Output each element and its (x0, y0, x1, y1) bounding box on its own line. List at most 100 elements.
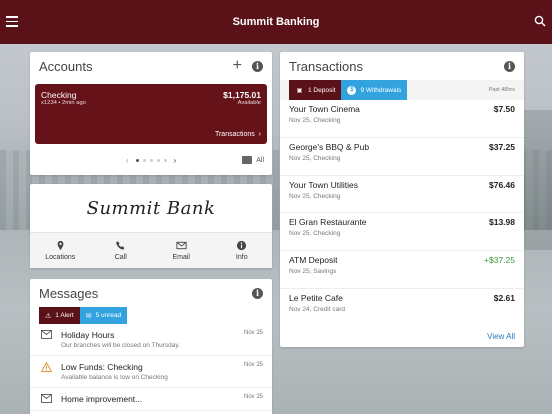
view-all-link[interactable]: View All (487, 332, 515, 341)
accounts-pager: ‹ › (30, 153, 272, 167)
transaction-row[interactable]: ATM Deposit +$37.25 Nov 25, Savings (280, 251, 524, 289)
transaction-amount: $2.61 (493, 292, 515, 303)
chevron-right-icon: › (256, 131, 261, 138)
accounts-stack-icon (242, 156, 253, 164)
all-label: All (256, 156, 264, 164)
quick-actions: Locations Call Email Info (30, 232, 272, 268)
transaction-amount: $13.98 (489, 217, 515, 228)
phone-icon (116, 241, 125, 250)
bank-actions-card: Summit Bank Locations Call Email Info (30, 184, 272, 268)
transaction-amount: $76.46 (489, 179, 515, 190)
message-preview: Available balance is low on Checking (61, 374, 168, 381)
warning-icon (40, 362, 52, 372)
call-label: Call (114, 254, 127, 261)
search-icon[interactable] (534, 15, 546, 27)
transactions-range: Past 48hrs (488, 87, 515, 93)
pager-dot (135, 158, 139, 162)
pager-dot (156, 158, 160, 162)
email-button[interactable]: Email (151, 233, 212, 268)
warning-icon: ⚠ (45, 312, 52, 320)
dollar-icon: $ (347, 85, 357, 95)
transaction-name: ATM Deposit (289, 255, 338, 266)
account-transactions-link[interactable]: Transactions › (215, 131, 261, 138)
message-date: Nov 25 (243, 330, 263, 336)
deposits-tab[interactable]: ▣ 1 Deposit (289, 80, 342, 100)
transactions-card: Transactions i ▣ 1 Deposit $ 9 Withdrawa… (280, 52, 524, 347)
withdrawals-tab[interactable]: $ 9 Withdrawals (341, 80, 408, 100)
account-transactions-label: Transactions (214, 131, 255, 138)
account-balance-label: Available (237, 100, 261, 106)
message-item[interactable]: Home improvement... Nov 25 (30, 388, 272, 411)
message-date: Nov 25 (243, 394, 263, 400)
menu-icon[interactable] (6, 16, 18, 27)
bank-logo: Summit Bank (30, 184, 272, 232)
transaction-date: Nov 25, Checking (289, 117, 341, 124)
envelope-icon (176, 241, 187, 250)
transaction-row[interactable]: George's BBQ & Pub $37.25 Nov 25, Checkin… (280, 138, 524, 176)
accounts-title: Accounts (39, 58, 93, 74)
transaction-name: George's BBQ & Pub (289, 141, 370, 152)
accounts-info-icon[interactable]: i (252, 60, 263, 72)
transaction-row[interactable]: Your Town Cinema $7.50 Nov 25, Checking (280, 100, 524, 138)
message-item[interactable]: Holiday Hours Our branches will be close… (30, 324, 272, 356)
transaction-row[interactable]: Your Town Utilities $76.46 Nov 25, Checki… (280, 176, 524, 214)
transaction-name: Your Town Cinema (289, 104, 360, 114)
messages-title: Messages (39, 285, 99, 301)
info-label: Info (235, 254, 248, 261)
messages-info-icon[interactable]: i (252, 287, 263, 299)
deposits-tab-label: 1 Deposit (308, 86, 336, 94)
accounts-header: Accounts + i (30, 52, 272, 80)
bank-logo-text: Summit Bank (86, 197, 216, 219)
add-account-icon[interactable]: + (233, 58, 242, 74)
deposit-icon: ▣ (296, 87, 303, 94)
message-item[interactable]: Low Funds: Checking Available balance is… (30, 356, 272, 388)
top-bar: Summit Banking (0, 0, 552, 44)
unread-tab-label: 5 unread (95, 312, 122, 319)
locations-label: Locations (45, 254, 76, 261)
app-title: Summit Banking (232, 16, 320, 28)
transaction-name: El Gran Restaurante (289, 217, 367, 228)
alerts-tab[interactable]: ⚠ 1 Alert (39, 307, 80, 324)
messages-card: Messages i ⚠ 1 Alert ✉ 5 unread Holiday … (30, 279, 272, 414)
transaction-amount: $37.25 (489, 141, 515, 152)
transaction-date: Nov 25, Checking (289, 230, 341, 238)
message-date: Nov 25 (243, 362, 263, 368)
map-pin-icon (57, 240, 64, 251)
transactions-tabs: ▣ 1 Deposit $ 9 Withdrawals Past 48hrs (280, 80, 524, 100)
message-title: Home improvement... (61, 394, 143, 404)
email-label: Email (172, 254, 190, 261)
transaction-date: Nov 24, Credit card (289, 305, 345, 313)
info-button[interactable]: Info (212, 233, 273, 268)
transaction-amount: $7.50 (493, 104, 515, 114)
transaction-date: Nov 25, Savings (289, 268, 337, 276)
envelope-icon (40, 330, 52, 339)
envelope-icon (40, 394, 52, 403)
transaction-name: Your Town Utilities (289, 179, 358, 190)
account-name: Checking (41, 90, 77, 100)
transactions-header: Transactions i (280, 52, 524, 80)
background-tower (522, 110, 552, 250)
transaction-amount: +$37.25 (484, 255, 515, 266)
pager-dot (149, 158, 153, 162)
accounts-card: Accounts + i Checking $1,175.01 x1234 • … (30, 52, 272, 175)
transactions-info-icon[interactable]: i (504, 60, 515, 72)
alerts-tab-label: 1 Alert (55, 312, 74, 319)
messages-tabs: ⚠ 1 Alert ✉ 5 unread (30, 307, 272, 324)
call-button[interactable]: Call (91, 233, 152, 268)
locations-button[interactable]: Locations (30, 233, 91, 268)
message-title: Holiday Hours (61, 330, 115, 340)
pager-dot (163, 158, 167, 162)
chevron-left-icon[interactable]: ‹ (126, 156, 129, 165)
chevron-right-icon[interactable]: › (174, 156, 177, 165)
inbox-icon: ✉ (85, 312, 92, 320)
transaction-name: Le Petite Cafe (289, 292, 343, 303)
account-tile-checking[interactable]: Checking $1,175.01 x1234 • 2min ago Avai… (35, 84, 267, 144)
transaction-row[interactable]: El Gran Restaurante $13.98 Nov 25, Checki… (280, 213, 524, 252)
unread-tab[interactable]: ✉ 5 unread (79, 307, 128, 324)
account-detail: x1234 • 2min ago (41, 100, 86, 106)
message-preview: Our branches will be closed on Thursday. (61, 342, 180, 349)
transaction-date: Nov 25, Checking (289, 154, 341, 162)
info-icon (237, 240, 247, 251)
all-accounts-link[interactable]: All (242, 153, 264, 167)
transaction-row[interactable]: Le Petite Cafe $2.61 Nov 24, Credit card (280, 289, 524, 327)
